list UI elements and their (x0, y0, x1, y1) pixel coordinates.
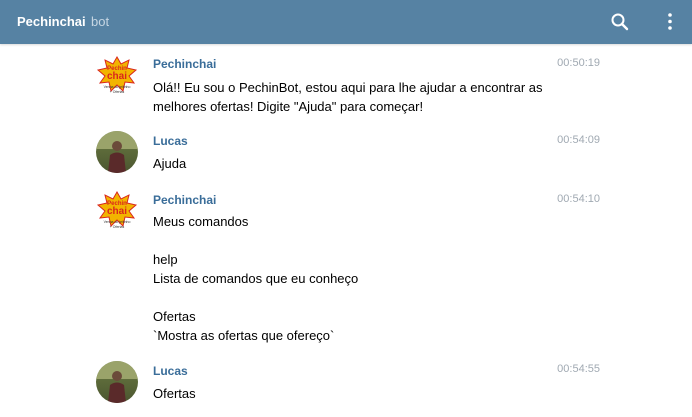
message-text: Ajuda (153, 156, 187, 171)
svg-text:+ Ofertas: + Ofertas (110, 90, 125, 94)
message-line: Meus comandos (153, 214, 249, 229)
message-line: `Mostra as ofertas que ofereço` (153, 328, 335, 343)
user-avatar[interactable] (96, 131, 138, 173)
message-time: 00:54:55 (557, 363, 600, 375)
more-vertical-icon[interactable] (662, 11, 678, 33)
message-text: Ofertas (153, 386, 196, 401)
chat-subtitle: bot (91, 14, 110, 29)
svg-text:chai: chai (107, 206, 127, 217)
message-time: 00:50:19 (557, 57, 600, 69)
svg-text:Venha do jeitinho: Venha do jeitinho (104, 220, 131, 224)
user-avatar[interactable] (96, 361, 138, 403)
message-author[interactable]: Lucas (153, 364, 188, 378)
message-text: Olá!! Eu sou o PechinBot, estou aqui par… (153, 80, 543, 114)
message-time: 00:54:10 (557, 193, 600, 205)
svg-text:chai: chai (107, 71, 127, 82)
message-line: help (153, 252, 178, 267)
message-author[interactable]: Lucas (153, 134, 188, 148)
message-line: Lista de comandos que eu conheço (153, 271, 359, 286)
message-author[interactable]: Pechinchai (153, 193, 216, 207)
svg-text:+ Ofertas: + Ofertas (110, 225, 125, 229)
search-icon[interactable] (609, 11, 631, 33)
bot-avatar[interactable]: Pechin chai Venha do jeitinho + Ofertas (96, 55, 138, 97)
svg-text:Venha do jeitinho: Venha do jeitinho (104, 85, 131, 89)
chat-title[interactable]: Pechinchai (17, 14, 86, 29)
chat-header: Pechinchai bot (0, 0, 692, 44)
message-time: 00:54:09 (557, 134, 600, 146)
message-line: Ofertas (153, 309, 196, 324)
message-author[interactable]: Pechinchai (153, 57, 216, 71)
bot-avatar[interactable]: Pechin chai Venha do jeitinho + Ofertas (96, 190, 138, 232)
